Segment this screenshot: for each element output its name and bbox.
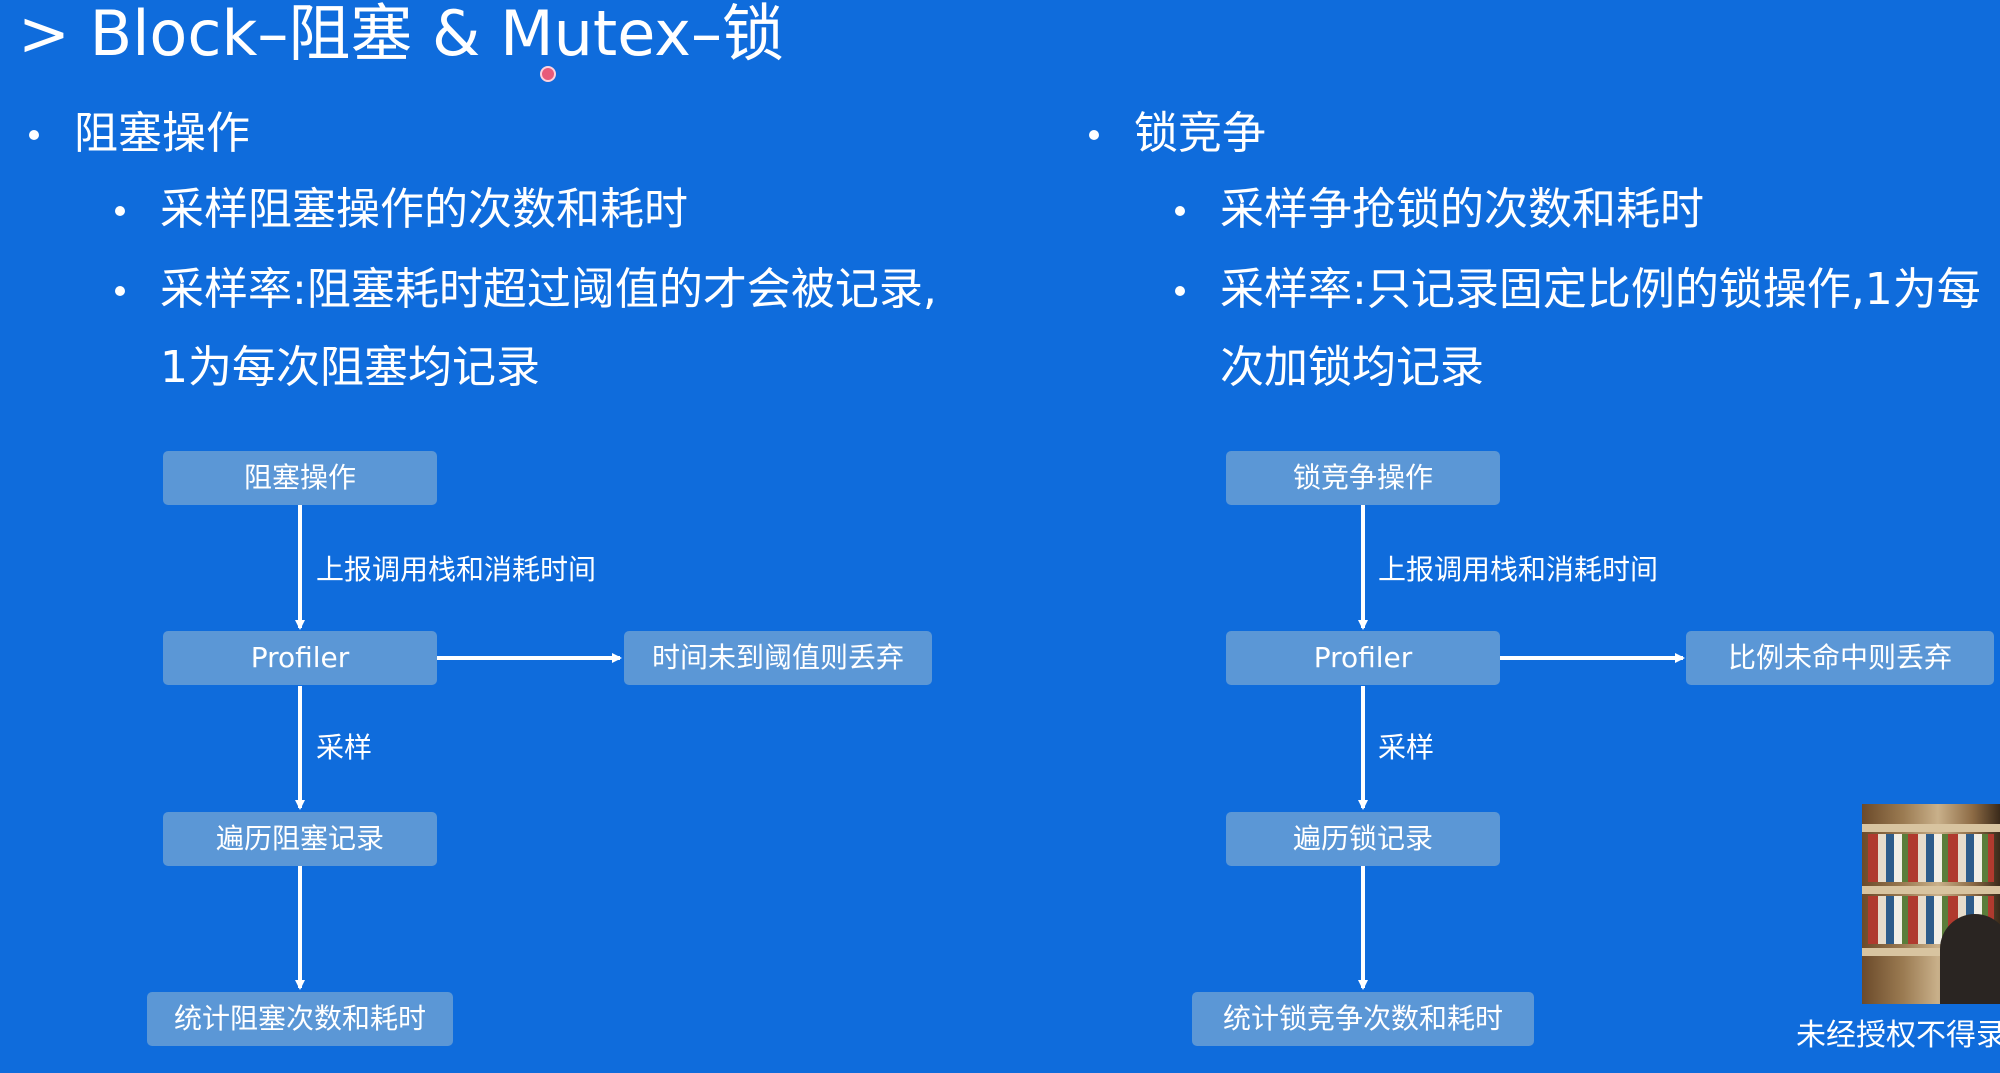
left-edge-label-report: 上报调用栈和消耗时间 bbox=[316, 553, 597, 586]
left-edge-label-sample: 采样 bbox=[316, 731, 373, 764]
left-node-result: 统计阻塞次数和耗时 bbox=[147, 992, 453, 1046]
bookshelf-books bbox=[1868, 834, 1994, 882]
presenter-silhouette bbox=[1940, 914, 2000, 1004]
right-node-profiler: Profiler bbox=[1226, 631, 1500, 685]
watermark-text: 未经授权不得录 bbox=[1796, 1018, 2000, 1053]
left-node-discard: 时间未到阈值则丢弃 bbox=[624, 631, 932, 685]
right-node-lock-op: 锁竞争操作 bbox=[1226, 451, 1500, 505]
right-node-result: 统计锁竞争次数和耗时 bbox=[1192, 992, 1534, 1046]
left-node-profiler: Profiler bbox=[163, 631, 437, 685]
flow-arrows bbox=[295, 505, 1685, 990]
right-node-discard: 比例未命中则丢弃 bbox=[1686, 631, 1994, 685]
webcam-overlay bbox=[1862, 804, 2000, 1004]
left-node-blocking-op: 阻塞操作 bbox=[163, 451, 437, 505]
bookshelf-shelf bbox=[1862, 886, 2000, 894]
bookshelf-shelf bbox=[1862, 824, 2000, 832]
right-node-traverse: 遍历锁记录 bbox=[1226, 812, 1500, 866]
right-edge-label-report: 上报调用栈和消耗时间 bbox=[1378, 553, 1659, 586]
right-edge-label-sample: 采样 bbox=[1378, 731, 1435, 764]
left-node-traverse: 遍历阻塞记录 bbox=[163, 812, 437, 866]
